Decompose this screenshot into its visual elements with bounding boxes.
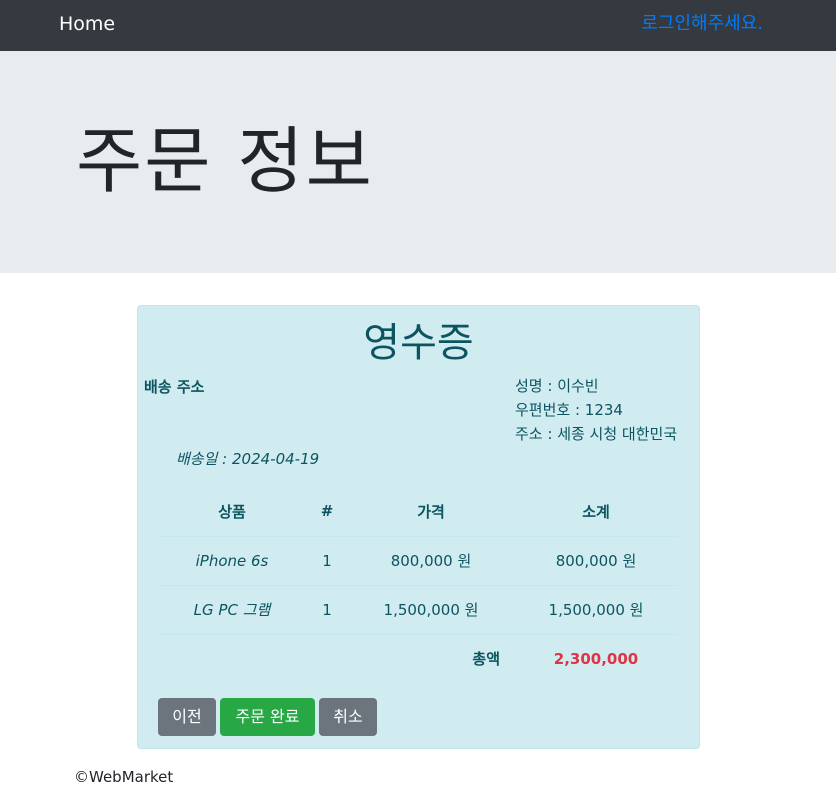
row-qty: 1 — [306, 585, 348, 635]
order-table: 상품 # 가격 소계 iPhone 6s 1 800,000 원 800,000… — [158, 487, 678, 683]
receipt-title: 영수증 — [363, 320, 474, 366]
header-product: 상품 — [158, 487, 306, 537]
navbar: Home 로그인해주세요. — [0, 0, 836, 51]
row-subtotal: 800,000 원 — [514, 536, 678, 586]
address: 주소 : 세종 시청 대한민국 — [515, 425, 678, 443]
home-link[interactable]: Home — [59, 12, 115, 36]
total-value: 2,300,000 — [553, 649, 639, 668]
row-product: LG PC 그램 — [158, 585, 306, 635]
header-price: 가격 — [348, 487, 514, 537]
total-label: 총액 — [472, 650, 500, 669]
receipt-panel: 영수증 배송 주소 성명 : 이수빈 우편번호 : 1234 주소 : 세종 시… — [137, 305, 700, 749]
shipping-date: 배송일 : 2024-04-19 — [176, 450, 320, 468]
zip-code: 우편번호 : 1234 — [515, 401, 623, 419]
prev-button[interactable]: 이전 — [158, 698, 216, 736]
row-price: 800,000 원 — [348, 536, 514, 586]
row-subtotal: 1,500,000 원 — [514, 585, 678, 635]
header-subtotal: 소계 — [514, 487, 678, 537]
page-title: 주문 정보 — [76, 119, 374, 203]
complete-order-button[interactable]: 주문 완료 — [220, 698, 315, 736]
table-row: LG PC 그램 1 1,500,000 원 1,500,000 원 — [158, 585, 678, 635]
row-qty: 1 — [306, 536, 348, 586]
footer: ©WebMarket — [74, 768, 174, 786]
shipping-address-label: 배송 주소 — [144, 378, 205, 396]
table-row: iPhone 6s 1 800,000 원 800,000 원 — [158, 536, 678, 586]
row-price: 1,500,000 원 — [348, 585, 514, 635]
row-product: iPhone 6s — [158, 536, 306, 586]
header-qty: # — [306, 487, 348, 537]
total-row: 총액 2,300,000 — [158, 634, 678, 683]
table-header-row: 상품 # 가격 소계 — [158, 487, 678, 537]
customer-name: 성명 : 이수빈 — [515, 377, 599, 395]
shipping-info: 성명 : 이수빈 우편번호 : 1234 주소 : 세종 시청 대한민국 — [515, 374, 677, 446]
jumbotron: 주문 정보 — [0, 51, 836, 273]
cancel-button[interactable]: 취소 — [319, 698, 377, 736]
login-link[interactable]: 로그인해주세요. — [641, 12, 763, 36]
